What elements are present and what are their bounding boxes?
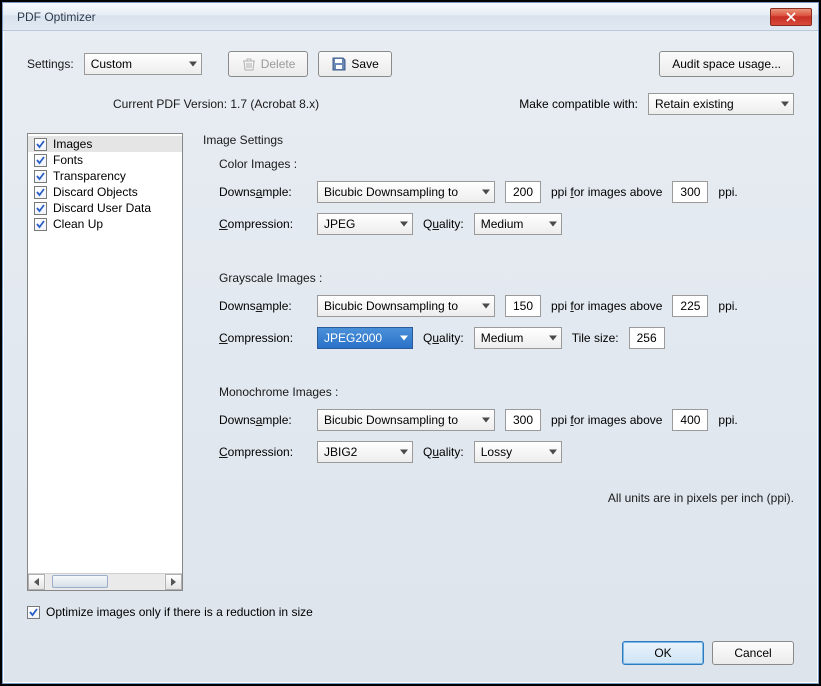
delete-button: Delete [228, 51, 309, 77]
scroll-right-button[interactable] [165, 574, 182, 590]
mono-downsample-dropdown[interactable]: Bicubic Downsampling to [317, 409, 495, 431]
scroll-left-button[interactable] [28, 574, 45, 590]
category-sidebar: Images Fonts Transparency Discard Object… [27, 133, 183, 591]
color-compression-dropdown[interactable]: JPEG [317, 213, 413, 235]
delete-button-label: Delete [261, 57, 296, 71]
compression-label: Compression: [219, 445, 307, 459]
close-button[interactable] [770, 8, 812, 26]
downsample-label: Downsample: [219, 185, 307, 199]
sidebar-item-transparency[interactable]: Transparency [28, 168, 182, 184]
color-images-heading: Color Images : [219, 157, 794, 171]
image-settings-panel: Image Settings Color Images : Downsample… [203, 133, 794, 591]
color-quality-dropdown[interactable]: Medium [474, 213, 562, 235]
checkbox-checked-icon[interactable] [34, 186, 47, 199]
save-button-label: Save [351, 57, 378, 71]
scroll-track[interactable] [46, 574, 164, 590]
settings-label: Settings: [27, 57, 74, 71]
ok-button[interactable]: OK [622, 641, 704, 665]
chevron-down-icon [781, 102, 789, 107]
color-downsample-dropdown[interactable]: Bicubic Downsampling to [317, 181, 495, 203]
close-icon [786, 12, 796, 22]
chevron-down-icon [482, 190, 490, 195]
units-note: All units are in pixels per inch (ppi). [203, 491, 794, 505]
quality-label: Quality: [423, 445, 464, 459]
gray-downsample-dropdown[interactable]: Bicubic Downsampling to [317, 295, 495, 317]
settings-dropdown-value: Custom [91, 57, 132, 71]
trash-icon [241, 56, 257, 72]
sidebar-item-discard-objects[interactable]: Discard Objects [28, 184, 182, 200]
tilesize-label: Tile size: [572, 331, 619, 345]
quality-label: Quality: [423, 331, 464, 345]
chevron-down-icon [189, 62, 197, 67]
window-title: PDF Optimizer [17, 10, 770, 24]
panel-title: Image Settings [203, 133, 794, 147]
triangle-left-icon [34, 578, 39, 586]
compat-dropdown-value: Retain existing [655, 97, 734, 111]
gray-above-ppi-input[interactable]: 225 [672, 295, 708, 317]
checkbox-checked-icon[interactable] [34, 170, 47, 183]
sidebar-item-label: Fonts [53, 153, 83, 167]
downsample-label: Downsample: [219, 299, 307, 313]
gray-quality-dropdown[interactable]: Medium [474, 327, 562, 349]
save-button[interactable]: Save [318, 51, 391, 77]
compat-dropdown[interactable]: Retain existing [648, 93, 794, 115]
floppy-icon [331, 56, 347, 72]
mono-above-ppi-input[interactable]: 400 [672, 409, 708, 431]
sidebar-horizontal-scrollbar[interactable] [28, 573, 182, 590]
triangle-right-icon [171, 578, 176, 586]
audit-button-label: Audit space usage... [672, 57, 781, 71]
monochrome-images-heading: Monochrome Images : [219, 385, 794, 399]
pdf-optimizer-dialog: PDF Optimizer Settings: Custom Delete Sa… [2, 2, 819, 684]
chevron-down-icon [549, 450, 557, 455]
checkbox-checked-icon[interactable] [34, 154, 47, 167]
sidebar-item-images[interactable]: Images [28, 136, 182, 152]
optimize-checkbox[interactable] [27, 606, 40, 619]
sidebar-item-clean-up[interactable]: Clean Up [28, 216, 182, 232]
settings-dropdown[interactable]: Custom [84, 53, 202, 75]
gray-compression-dropdown[interactable]: JPEG2000 [317, 327, 413, 349]
checkbox-checked-icon[interactable] [34, 138, 47, 151]
compat-label: Make compatible with: [519, 97, 638, 111]
color-ppi-input[interactable]: 200 [505, 181, 541, 203]
ppi-for-label: ppi for images above [551, 413, 662, 427]
ppi-suffix: ppi. [718, 185, 737, 199]
optimize-checkbox-label: Optimize images only if there is a reduc… [46, 605, 313, 619]
scroll-thumb[interactable] [52, 575, 108, 588]
ppi-suffix: ppi. [718, 413, 737, 427]
ppi-suffix: ppi. [718, 299, 737, 313]
sidebar-item-discard-user-data[interactable]: Discard User Data [28, 200, 182, 216]
sidebar-item-label: Images [53, 137, 92, 151]
gray-tilesize-input[interactable]: 256 [629, 327, 665, 349]
chevron-down-icon [482, 418, 490, 423]
chevron-down-icon [400, 450, 408, 455]
quality-label: Quality: [423, 217, 464, 231]
compression-label: Compression: [219, 331, 307, 345]
mono-quality-dropdown[interactable]: Lossy [474, 441, 562, 463]
gray-ppi-input[interactable]: 150 [505, 295, 541, 317]
current-version-label: Current PDF Version: 1.7 (Acrobat 8.x) [113, 97, 319, 111]
chevron-down-icon [400, 336, 408, 341]
sidebar-item-label: Discard User Data [53, 201, 151, 215]
sidebar-item-label: Discard Objects [53, 185, 138, 199]
sidebar-item-label: Transparency [53, 169, 126, 183]
mono-compression-dropdown[interactable]: JBIG2 [317, 441, 413, 463]
checkbox-checked-icon[interactable] [34, 202, 47, 215]
titlebar: PDF Optimizer [3, 3, 818, 31]
sidebar-item-label: Clean Up [53, 217, 103, 231]
chevron-down-icon [400, 222, 408, 227]
sidebar-item-fonts[interactable]: Fonts [28, 152, 182, 168]
chevron-down-icon [549, 222, 557, 227]
checkbox-checked-icon[interactable] [34, 218, 47, 231]
cancel-button[interactable]: Cancel [712, 641, 794, 665]
compression-label: Compression: [219, 217, 307, 231]
mono-ppi-input[interactable]: 300 [505, 409, 541, 431]
ppi-for-label: ppi for images above [551, 185, 662, 199]
color-above-ppi-input[interactable]: 300 [672, 181, 708, 203]
chevron-down-icon [482, 304, 490, 309]
ppi-for-label: ppi for images above [551, 299, 662, 313]
downsample-label: Downsample: [219, 413, 307, 427]
audit-space-usage-button[interactable]: Audit space usage... [659, 51, 794, 77]
grayscale-images-heading: Grayscale Images : [219, 271, 794, 285]
chevron-down-icon [549, 336, 557, 341]
